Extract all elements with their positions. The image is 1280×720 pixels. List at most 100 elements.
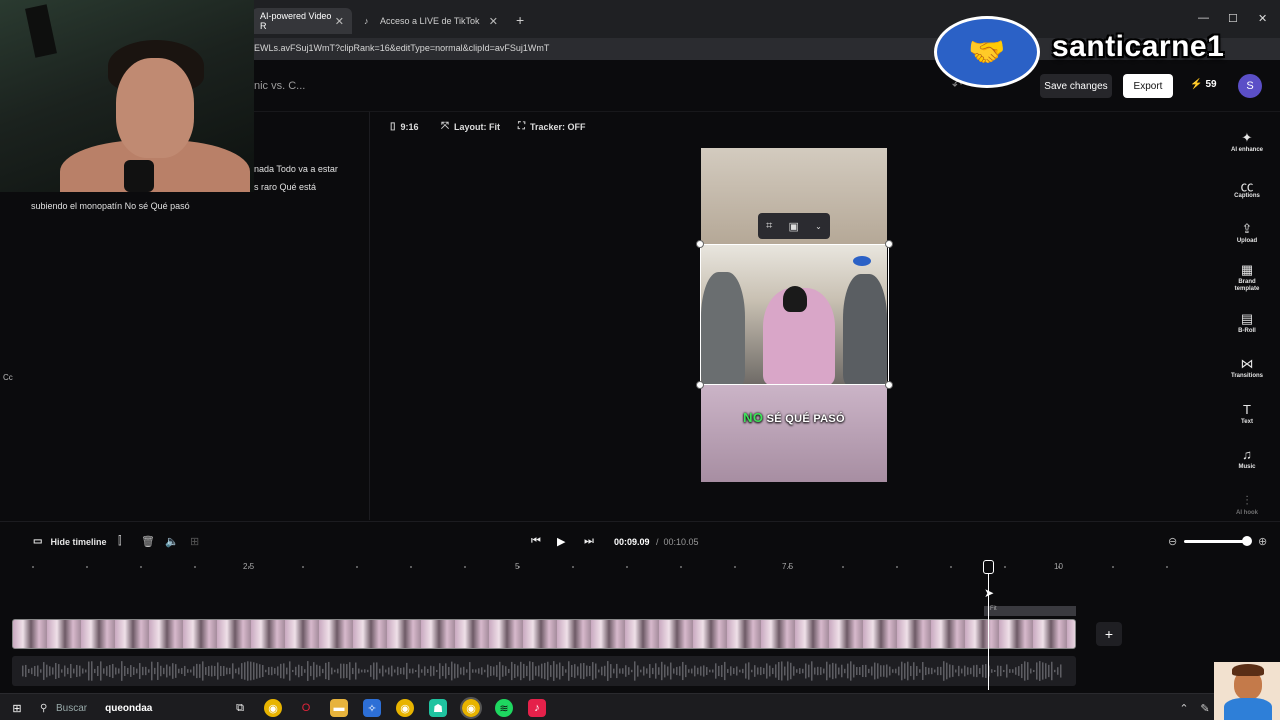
- credits-counter[interactable]: ⚡ 59: [1190, 79, 1217, 90]
- add-clip-button[interactable]: +: [1096, 622, 1122, 646]
- zoom-slider-knob[interactable]: [1242, 536, 1252, 546]
- export-button[interactable]: Export: [1123, 74, 1173, 98]
- close-icon[interactable]: ✕: [489, 15, 498, 28]
- playhead-handle[interactable]: [983, 560, 994, 574]
- tab-tiktok-live[interactable]: ♪ Acceso a LIVE de TikTok ✕: [356, 8, 506, 34]
- split-icon[interactable]: ⫿: [118, 535, 122, 548]
- windows-start-icon[interactable]: ⊞: [8, 699, 26, 717]
- resize-handle[interactable]: [696, 381, 704, 389]
- zoom-slider[interactable]: [1184, 540, 1247, 543]
- play-icon[interactable]: ▶: [557, 535, 565, 548]
- audio-waveform-track[interactable]: [12, 656, 1076, 686]
- taskbar-search[interactable]: ⚲ Buscar queondaa: [36, 698, 222, 718]
- resize-handle[interactable]: [885, 240, 893, 248]
- tool-label: Text: [1241, 419, 1253, 425]
- chrome-active-icon[interactable]: ◉: [460, 697, 482, 719]
- crop-icon[interactable]: ⌗: [766, 220, 772, 233]
- waveform-bar: [448, 666, 450, 676]
- waveform-bar: [973, 665, 975, 677]
- trash-icon[interactable]: 🗑: [141, 535, 155, 548]
- waveform-bar: [736, 666, 738, 676]
- waveform-bar: [412, 668, 414, 674]
- chrome-icon[interactable]: ◉: [396, 699, 414, 717]
- maximize-icon[interactable]: ☐: [1228, 12, 1238, 25]
- tiktok-icon[interactable]: ♪: [528, 699, 546, 717]
- transcript-line[interactable]: nada Todo va a estar: [254, 164, 338, 174]
- transcript-line[interactable]: subiendo el monopatín No sé Qué pasó: [31, 201, 190, 211]
- tab-video-editor[interactable]: AI-powered Video R ✕: [252, 8, 352, 34]
- text-tool[interactable]: T Text: [1222, 402, 1272, 426]
- skip-forward-icon[interactable]: ⏭: [584, 535, 594, 548]
- waveform-bar: [643, 666, 645, 676]
- video-track-clip[interactable]: [12, 619, 1076, 649]
- upload-tool[interactable]: ⇪ Upload: [1222, 221, 1272, 245]
- tool-label: AI hook: [1236, 510, 1258, 516]
- close-icon[interactable]: ✕: [335, 15, 344, 28]
- waveform-bar: [211, 665, 213, 677]
- waveform-bar: [700, 666, 702, 676]
- brand-template-tool[interactable]: ▦ Brand template: [1222, 262, 1272, 293]
- total-time: / 00:10.05: [656, 537, 699, 547]
- replace-media-icon[interactable]: ▣: [789, 220, 799, 233]
- spotify-icon[interactable]: ≋: [495, 699, 513, 717]
- waveform-bar: [424, 666, 426, 676]
- text-icon: T: [1243, 402, 1251, 417]
- waveform-bar: [268, 667, 270, 675]
- pen-icon[interactable]: ✎: [1196, 699, 1214, 717]
- layout-button[interactable]: ⤧ Layout: Fit: [441, 121, 500, 132]
- transitions-tool[interactable]: ⋈ Transitions: [1222, 356, 1272, 380]
- chrome-icon[interactable]: ◉: [264, 699, 282, 717]
- waveform-bar: [490, 666, 492, 676]
- add-track-icon[interactable]: ⊞: [190, 535, 199, 548]
- waveform-bar: [994, 669, 996, 673]
- waveform-bar: [235, 668, 237, 674]
- copilot-icon[interactable]: ✧: [363, 699, 381, 717]
- app-icon[interactable]: ☗: [429, 699, 447, 717]
- broll-tool[interactable]: ▤ B-Roll: [1222, 311, 1272, 335]
- captions-tool[interactable]: ㏄ Captions: [1222, 176, 1272, 200]
- resize-handle[interactable]: [696, 240, 704, 248]
- project-title[interactable]: nic vs. C...: [254, 80, 305, 92]
- zoom-in-icon[interactable]: ⊕: [1258, 535, 1267, 548]
- ai-enhance-tool[interactable]: ✦ AI enhance: [1222, 130, 1272, 154]
- music-tool[interactable]: ♫ Music: [1222, 447, 1272, 471]
- waveform-bar: [673, 668, 675, 674]
- ruler-label: 5: [515, 562, 520, 571]
- close-window-icon[interactable]: ✕: [1258, 12, 1267, 25]
- tracker-button[interactable]: ⛶ Tracker: OFF: [518, 121, 586, 132]
- resize-handle[interactable]: [885, 381, 893, 389]
- waveform-bar: [835, 663, 837, 679]
- waveform-bar: [895, 668, 897, 674]
- waveform-bar: [487, 664, 489, 678]
- aspect-ratio-button[interactable]: ▯ 9:16: [390, 121, 419, 132]
- waveform-bar: [478, 668, 480, 674]
- video-preview[interactable]: NO SÉ QUÉ PASÓ: [701, 148, 887, 482]
- transcript-line[interactable]: s raro Qué está: [254, 182, 316, 192]
- opera-icon[interactable]: O: [297, 699, 315, 717]
- waveform-bar: [898, 666, 900, 676]
- waveform-bar: [196, 663, 198, 679]
- lightning-icon: ⚡: [1190, 79, 1203, 90]
- waveform-bar: [937, 666, 939, 676]
- zoom-out-icon[interactable]: ⊖: [1168, 535, 1177, 548]
- waveform-bar: [577, 666, 579, 676]
- waveform-bar: [502, 665, 504, 677]
- microphone: [124, 160, 154, 192]
- new-tab-icon[interactable]: +: [516, 12, 524, 28]
- waveform-bar: [850, 661, 852, 681]
- waveform-bar: [586, 665, 588, 677]
- volume-icon[interactable]: 🔈: [165, 535, 179, 548]
- user-avatar[interactable]: S: [1238, 74, 1262, 98]
- minimize-icon[interactable]: —: [1198, 12, 1209, 24]
- folder-icon[interactable]: ▬: [330, 699, 348, 717]
- hide-timeline-button[interactable]: ▭ Hide timeline: [33, 536, 106, 547]
- skip-back-icon[interactable]: ⏮: [531, 535, 541, 548]
- waveform-bar: [958, 665, 960, 677]
- chevron-down-icon[interactable]: ⌄: [815, 222, 822, 231]
- chevron-up-icon[interactable]: ⌃: [1175, 699, 1193, 717]
- save-changes-button[interactable]: Save changes: [1040, 74, 1112, 98]
- waveform-bar: [334, 669, 336, 673]
- waveform-bar: [778, 662, 780, 680]
- ai-hook-tool[interactable]: ⫶ AI hook: [1222, 493, 1272, 517]
- task-view-icon[interactable]: ⧉: [231, 699, 249, 717]
